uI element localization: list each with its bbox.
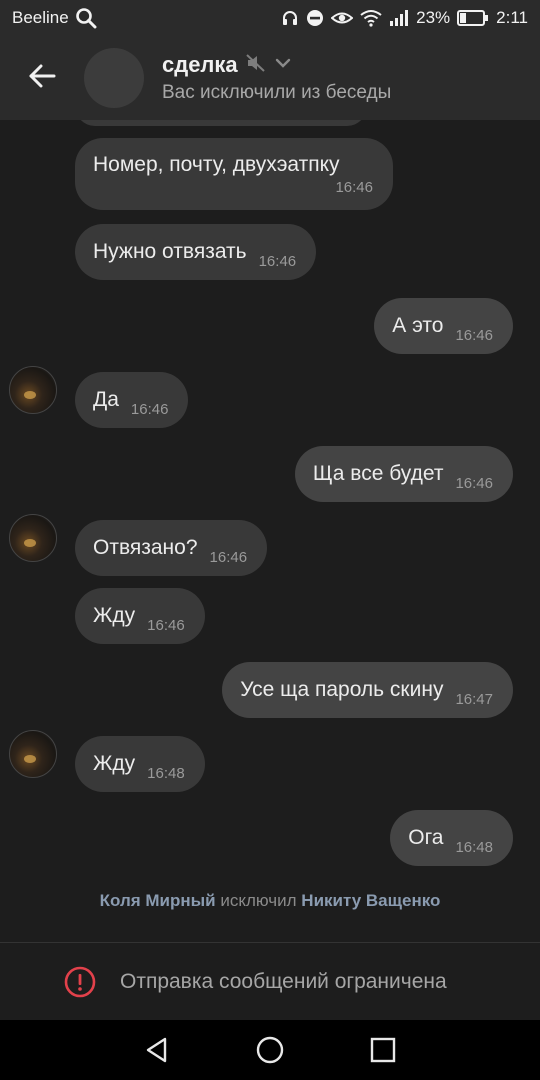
- chat-info[interactable]: сделка Вас исключили из беседы: [162, 52, 391, 104]
- muted-icon: [245, 53, 266, 77]
- message-bubble[interactable]: Да 16:46: [75, 372, 189, 428]
- message-bubble[interactable]: А это 16:46: [374, 298, 513, 354]
- avatar[interactable]: [9, 730, 57, 778]
- chat-subtitle: Вас исключили из беседы: [162, 82, 392, 103]
- message-time: 16:46: [455, 326, 493, 344]
- message-bubble-partial: [75, 120, 367, 126]
- message-text: Ога: [408, 826, 444, 849]
- message-text: А это: [392, 314, 444, 337]
- search-icon: [75, 7, 97, 29]
- service-message: Коля Мирный исключил Никиту Ващенко: [0, 891, 540, 911]
- nav-home-icon[interactable]: [250, 1030, 290, 1070]
- message-time: 16:46: [335, 178, 373, 196]
- message-time: 16:48: [147, 764, 185, 782]
- message-bubble[interactable]: Номер, почту, двухэатпку 16:46: [75, 138, 393, 210]
- message-list[interactable]: Номер, почту, двухэатпку 16:46 Нужно отв…: [0, 120, 540, 942]
- alert-circle-icon: [64, 966, 96, 998]
- service-target[interactable]: Никиту Ващенко: [301, 891, 440, 910]
- restriction-text: Отправка сообщений ограничена: [120, 969, 447, 993]
- message-bubble[interactable]: Жду 16:48: [75, 736, 205, 792]
- message-time: 16:46: [209, 548, 248, 566]
- message-text: Нужно отвязать: [93, 240, 247, 263]
- battery-icon: [457, 10, 489, 26]
- signal-icon: [389, 10, 409, 26]
- navigation-bar: [0, 1020, 540, 1080]
- back-arrow-icon: [28, 64, 56, 93]
- dnd-icon: [306, 9, 324, 27]
- wifi-icon: [360, 9, 382, 27]
- message-text: Да: [93, 388, 119, 411]
- message-time: 16:48: [455, 838, 493, 856]
- message-bubble[interactable]: Ща все будет 16:46: [294, 446, 513, 502]
- clock: 2:11: [496, 8, 528, 27]
- message-time: 16:46: [147, 616, 185, 634]
- message-time: 16:47: [455, 690, 493, 708]
- message-text: Жду: [93, 604, 136, 627]
- message-text: Ща все будет: [312, 462, 444, 485]
- message-text: Жду: [93, 752, 136, 775]
- message-text: Усе ща пароль скину: [240, 678, 444, 701]
- message-time: 16:46: [130, 400, 169, 418]
- service-action: исключил: [220, 891, 297, 910]
- chevron-down-icon[interactable]: [274, 56, 292, 74]
- message-bubble[interactable]: Нужно отвязать 16:46: [75, 224, 317, 280]
- chat-title: сделка: [162, 52, 238, 77]
- restriction-bar: Отправка сообщений ограничена: [0, 942, 540, 1020]
- message-bubble[interactable]: Жду 16:46: [75, 588, 205, 644]
- message-bubble[interactable]: Отвязано? 16:46: [75, 520, 268, 576]
- status-bar: Beeline 23% 2:11: [0, 0, 540, 36]
- chat-header: сделка Вас исключили из беседы: [0, 36, 540, 120]
- headphones-icon: [281, 9, 299, 27]
- back-button[interactable]: [0, 36, 84, 120]
- service-actor[interactable]: Коля Мирный: [100, 891, 216, 910]
- chat-avatar[interactable]: [84, 48, 144, 108]
- nav-recents-icon[interactable]: [363, 1030, 403, 1070]
- avatar[interactable]: [9, 514, 57, 562]
- message-time: 16:46: [455, 474, 493, 492]
- eye-icon: [331, 9, 354, 27]
- battery-percent: 23%: [416, 8, 451, 27]
- avatar[interactable]: [9, 366, 57, 414]
- message-bubble[interactable]: Ога 16:48: [390, 810, 513, 866]
- message-bubble[interactable]: Усе ща пароль скину 16:47: [222, 662, 513, 718]
- message-text: Отвязано?: [93, 536, 198, 559]
- message-time: 16:46: [258, 252, 297, 270]
- carrier-name: Beeline: [12, 8, 69, 27]
- nav-back-icon[interactable]: [137, 1030, 177, 1070]
- message-text: Номер, почту, двухэатпку: [93, 152, 340, 176]
